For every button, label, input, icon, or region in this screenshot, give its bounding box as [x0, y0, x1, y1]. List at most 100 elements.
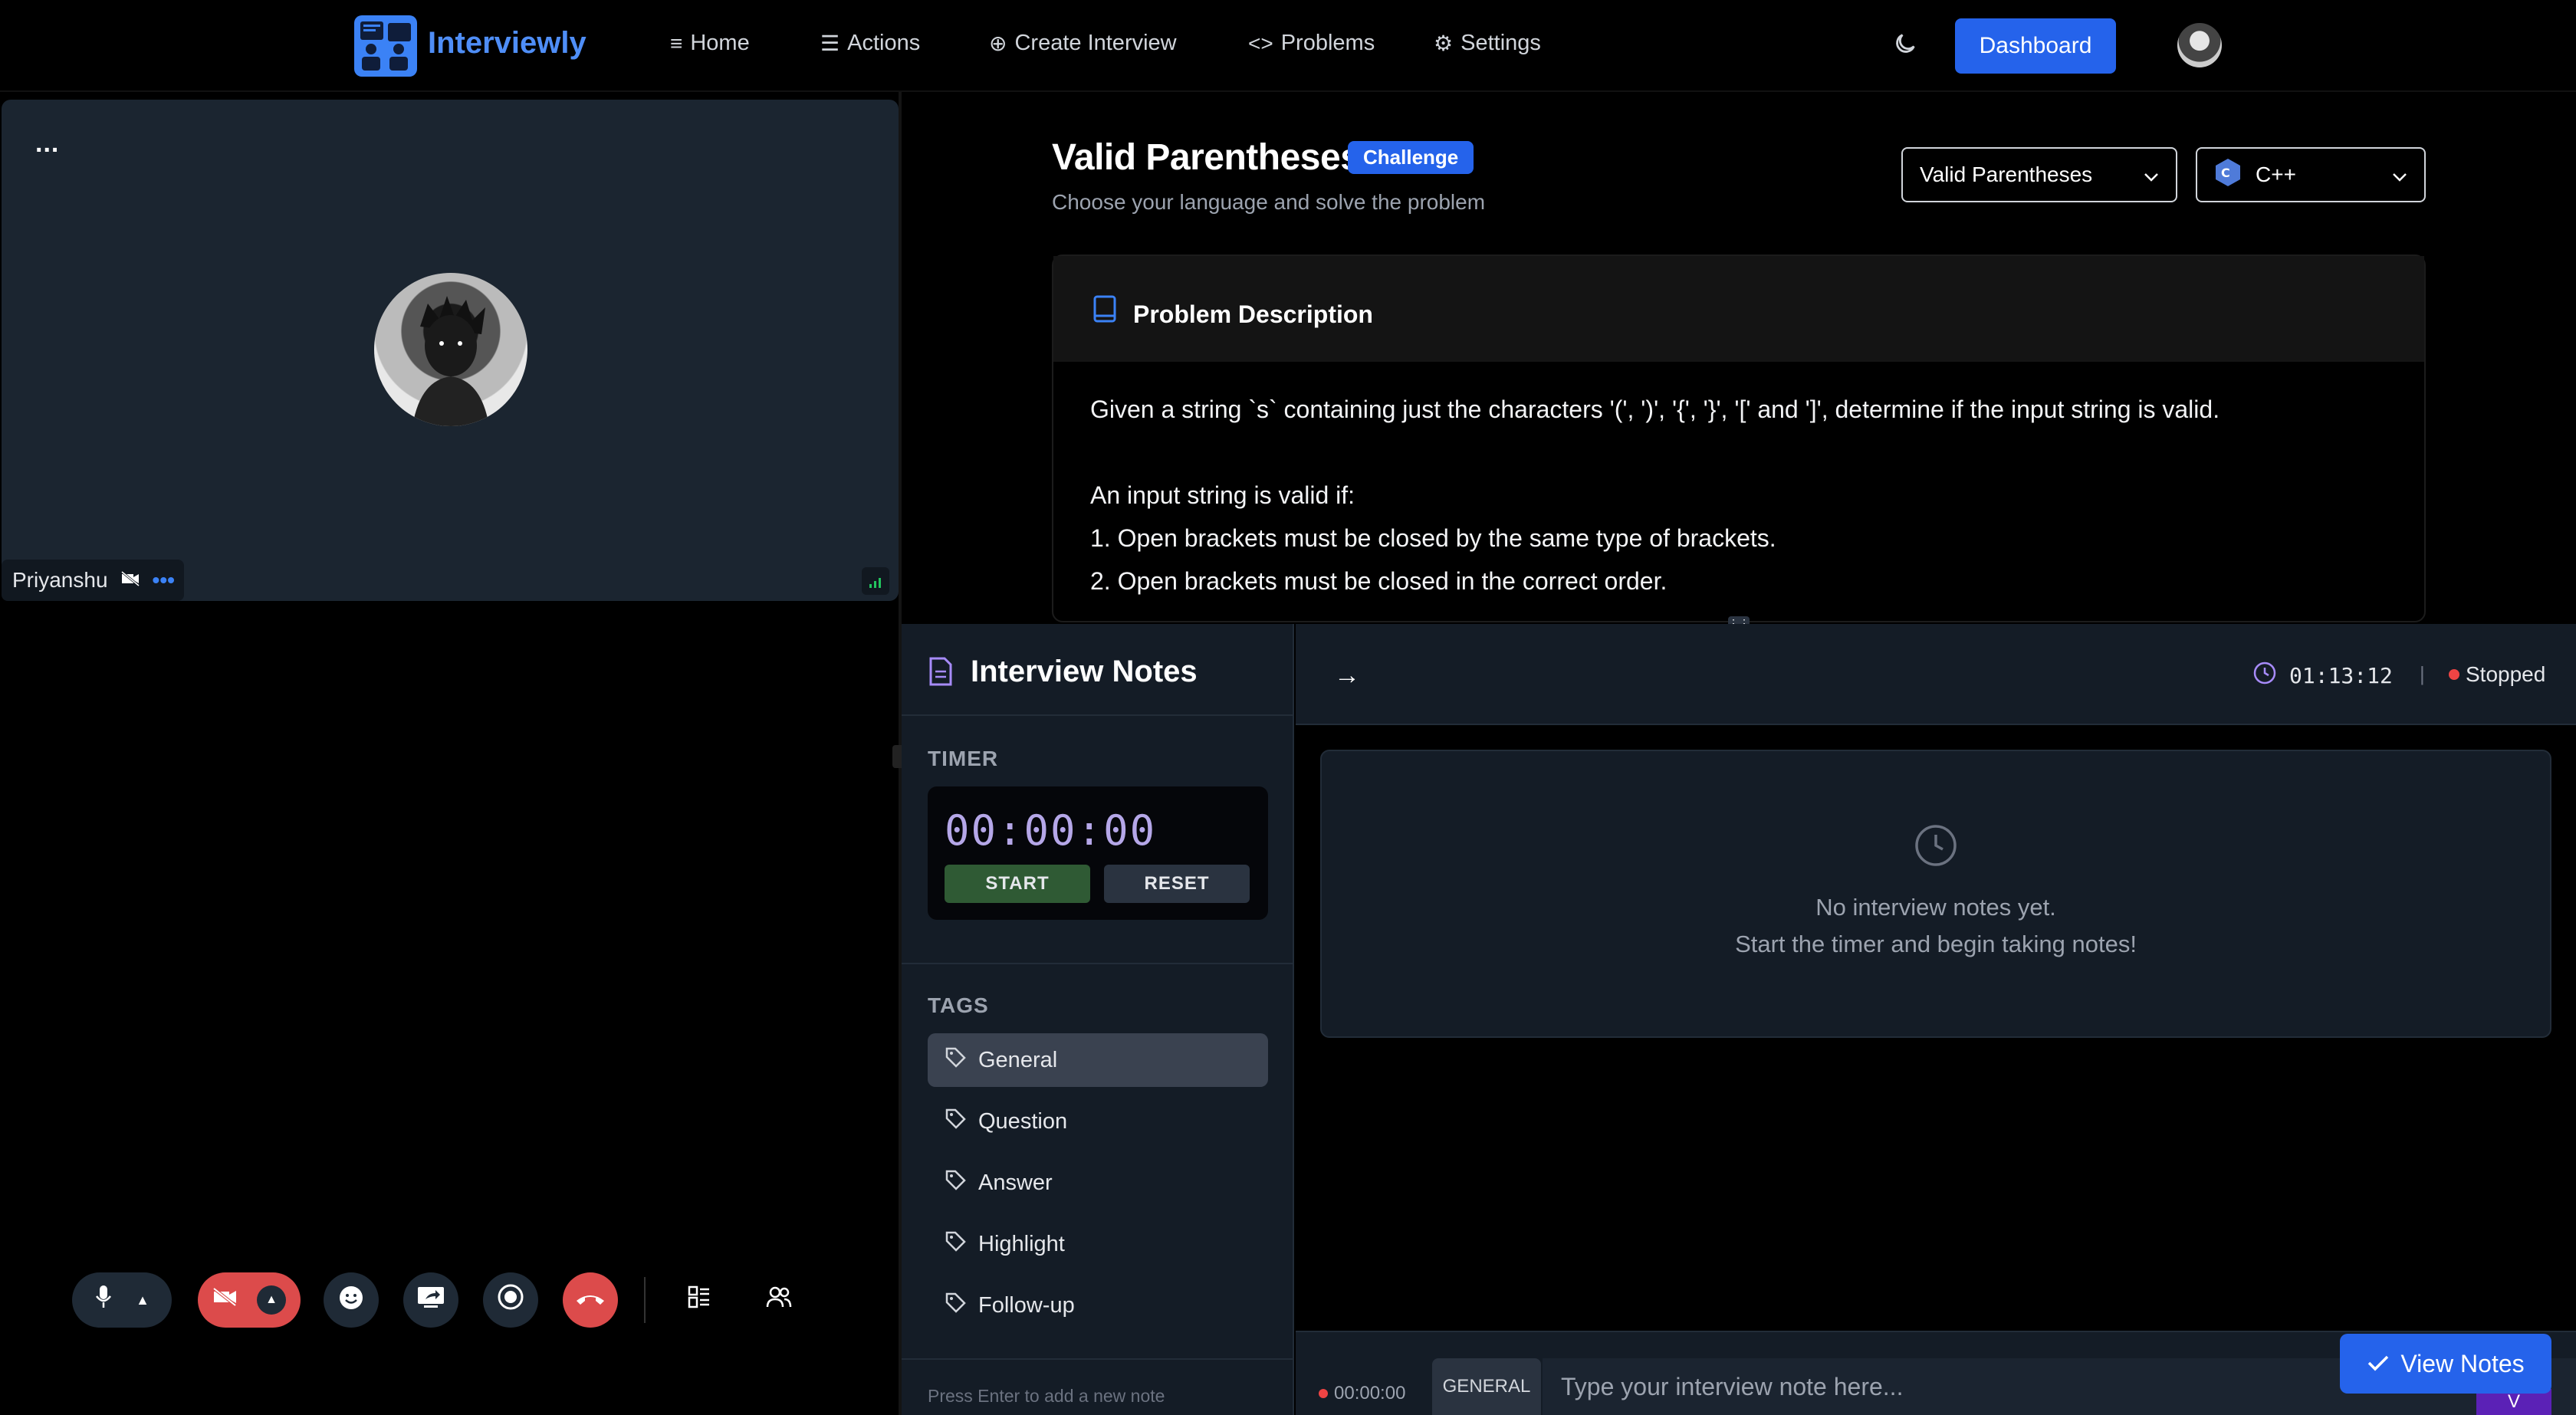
nav-problems[interactable]: <> Problems [1248, 31, 1375, 56]
nav-home[interactable]: ≡ Home [670, 31, 750, 56]
video-menu-button[interactable]: ... [35, 129, 59, 159]
tag-icon [945, 1230, 966, 1258]
problem-title: Valid Parentheses [1052, 137, 1361, 178]
tag-question[interactable]: Question [928, 1095, 1268, 1148]
timer-start-button[interactable]: START [945, 865, 1090, 903]
brand-name[interactable]: Interviewly [428, 26, 586, 61]
nav-actions[interactable]: ☰ Actions [820, 31, 920, 56]
user-avatar[interactable] [2177, 23, 2222, 67]
menu-icon: ≡ [670, 31, 683, 55]
difficulty-badge: Challenge [1348, 141, 1474, 174]
emoji-icon [337, 1282, 366, 1318]
camera-off-icon[interactable] [212, 1287, 238, 1313]
tag-label: Follow-up [978, 1292, 1075, 1318]
problem-subtitle: Choose your language and solve the probl… [1052, 190, 1486, 214]
problem-select-value: Valid Parentheses [1920, 163, 2093, 186]
divider [902, 963, 1294, 964]
nav-create-interview[interactable]: ⊕ Create Interview [989, 31, 1177, 56]
book-icon [1092, 294, 1118, 327]
nav-create-interview-label: Create Interview [1014, 31, 1177, 55]
status-dot-icon [2449, 669, 2459, 680]
empty-message-line: No interview notes yet. [1815, 894, 2056, 921]
tag-label: Question [978, 1108, 1068, 1134]
code-icon: <> [1248, 31, 1273, 55]
dashboard-button[interactable]: Dashboard [1955, 18, 2116, 74]
note-timestamp: 00:00:00 [1319, 1383, 1405, 1404]
timer-reset-button[interactable]: RESET [1104, 865, 1250, 903]
participant-options-icon[interactable]: ••• [153, 568, 175, 593]
tag-follow-up[interactable]: Follow-up [928, 1279, 1268, 1332]
session-time: 01:13:12 [2289, 663, 2393, 688]
timer-display: 00:00:00 [945, 806, 1157, 855]
note-time: 00:00:00 [1334, 1383, 1406, 1404]
check-icon [2367, 1350, 2390, 1378]
arrow-right-icon[interactable]: → [1334, 661, 1360, 691]
clock-icon [2252, 661, 2277, 691]
nav-problems-label: Problems [1280, 31, 1375, 55]
clock-icon [1914, 823, 1958, 872]
chevron-down-icon [2144, 163, 2159, 187]
camera-options-icon[interactable]: ▲ [257, 1285, 286, 1315]
session-clock: 01:13:12 [2252, 661, 2393, 691]
svg-text:C: C [2221, 166, 2230, 180]
screen-share-button[interactable] [403, 1272, 458, 1328]
nav-settings-label: Settings [1460, 31, 1541, 55]
view-notes-button[interactable]: View Notes [2340, 1334, 2551, 1394]
emoji-reaction-button[interactable] [324, 1272, 379, 1328]
tag-general[interactable]: General [928, 1033, 1268, 1087]
tag-icon [945, 1292, 966, 1319]
problem-text-line: 1. Open brackets must be closed by the s… [1090, 524, 1776, 552]
participant-nametag: Priyanshu ••• [2, 560, 184, 601]
mic-options-icon[interactable]: ▲ [136, 1292, 150, 1308]
layout-button[interactable] [672, 1272, 727, 1328]
separator: | [2420, 662, 2425, 685]
screen-share-icon [416, 1285, 445, 1315]
notes-title: Interview Notes [971, 655, 1198, 688]
problem-description-title: Problem Description [1133, 300, 1373, 328]
participant-name: Priyanshu [12, 568, 108, 592]
document-icon [928, 656, 954, 691]
end-call-button[interactable] [563, 1272, 618, 1328]
tags-label: TAGS [928, 993, 989, 1017]
problem-text-line: An input string is valid if: [1090, 481, 1355, 509]
language-select-value: C++ [2256, 163, 2296, 186]
note-tag-selector[interactable]: GENERAL [1432, 1358, 1541, 1415]
camera-control[interactable]: ▲ [198, 1272, 301, 1328]
divider [902, 1358, 1294, 1360]
mic-control[interactable]: ▲ [72, 1272, 172, 1328]
tag-answer[interactable]: Answer [928, 1156, 1268, 1210]
tag-icon [945, 1108, 966, 1135]
layout-grid-icon [687, 1285, 711, 1315]
mic-icon[interactable] [94, 1284, 113, 1316]
list-check-icon: ☰ [820, 31, 840, 55]
language-select[interactable]: C C++ [2196, 147, 2426, 202]
participants-button[interactable] [751, 1272, 807, 1328]
problem-select[interactable]: Valid Parentheses [1901, 147, 2177, 202]
problem-text-line: 2. Open brackets must be closed in the c… [1090, 567, 1668, 595]
tag-label: Answer [978, 1170, 1053, 1195]
tag-label: Highlight [978, 1231, 1065, 1256]
chevron-down-icon [2392, 163, 2407, 187]
tag-icon [945, 1046, 966, 1074]
notes-hint: Press Enter to add a new note [928, 1386, 1165, 1406]
record-button[interactable] [483, 1272, 538, 1328]
nav-settings[interactable]: ⚙ Settings [1434, 31, 1541, 56]
status-dot-icon [1319, 1389, 1328, 1398]
recording-status: Stopped [2449, 662, 2545, 687]
nav-actions-label: Actions [847, 31, 921, 55]
divider [902, 714, 1294, 716]
participants-icon [766, 1285, 792, 1315]
moon-icon[interactable] [1892, 31, 1918, 57]
empty-message-line: Start the timer and begin taking notes! [1735, 931, 2137, 957]
gear-icon: ⚙ [1434, 31, 1454, 55]
camera-off-icon [120, 568, 140, 593]
tag-highlight[interactable]: Highlight [928, 1217, 1268, 1271]
view-notes-label: View Notes [2400, 1349, 2525, 1377]
controls-divider [644, 1277, 646, 1323]
signal-strength-icon [862, 567, 889, 595]
hang-up-icon [575, 1287, 606, 1313]
participant-avatar [374, 273, 527, 426]
logo-icon[interactable] [354, 15, 417, 77]
cpp-logo-icon: C [2214, 158, 2242, 192]
problem-text-line: Given a string `s` containing just the c… [1090, 396, 2220, 423]
